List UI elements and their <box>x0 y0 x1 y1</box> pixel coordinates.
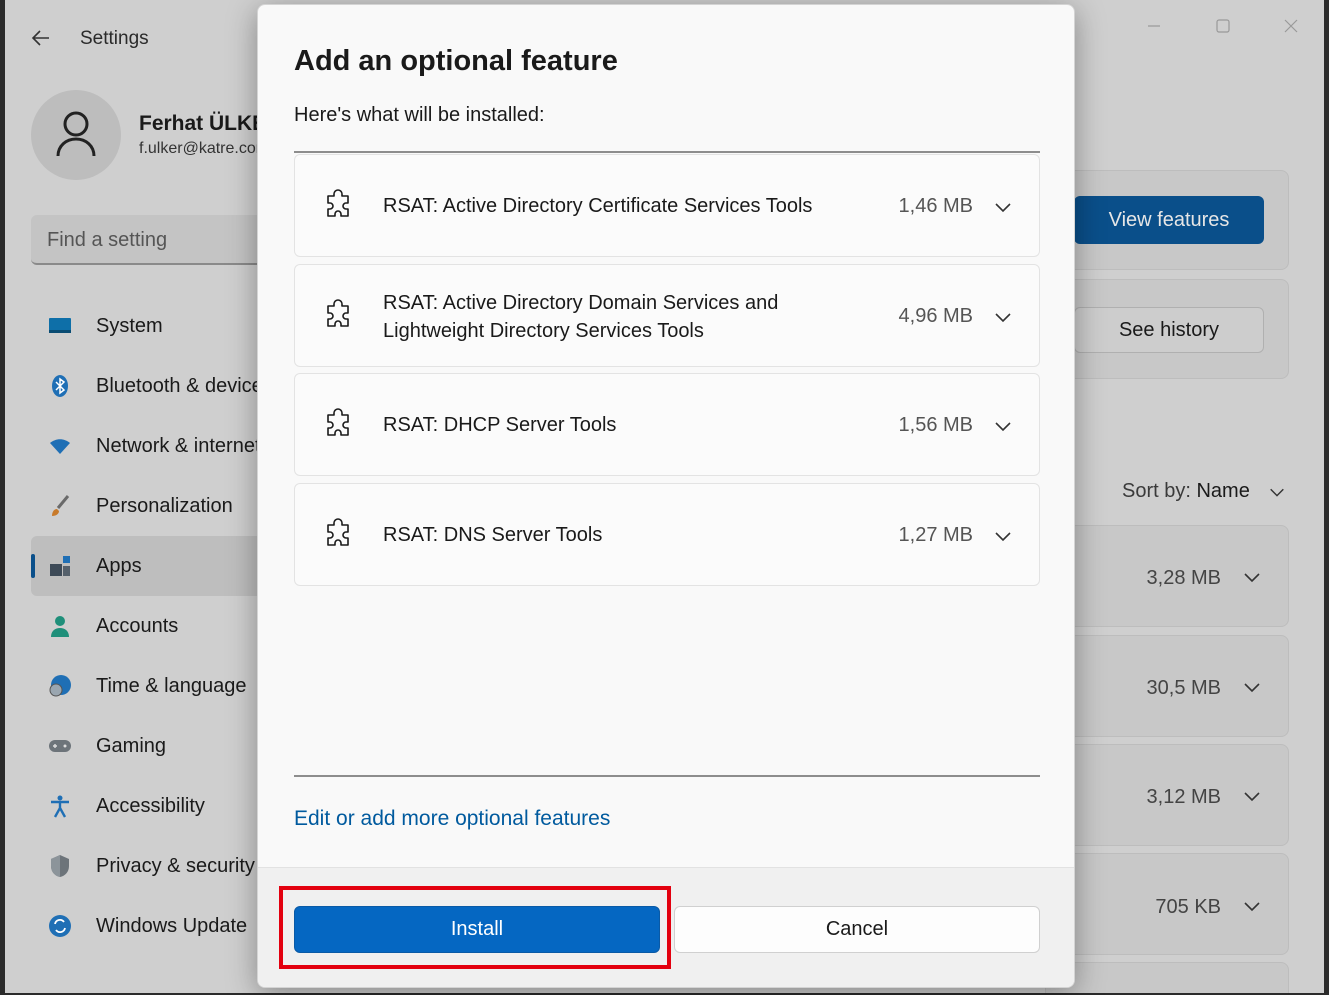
cancel-button[interactable]: Cancel <box>674 906 1040 953</box>
wifi-icon <box>50 439 70 454</box>
see-history-button[interactable]: See history <box>1074 307 1264 353</box>
person-avatar-icon <box>56 111 96 157</box>
sort-value: Name <box>1196 480 1250 502</box>
sidebar-item-label: Privacy & security <box>96 855 255 877</box>
apps-icon <box>50 556 70 576</box>
puzzle-piece-icon <box>327 518 349 546</box>
close-icon[interactable] <box>1279 14 1303 38</box>
sidebar-item-label: Personalization <box>96 495 233 517</box>
chevron-down-icon <box>1270 488 1284 497</box>
feature-name: RSAT: Active Directory Domain Services a… <box>383 292 779 342</box>
puzzle-piece-icon <box>327 408 349 436</box>
feature-name: RSAT: DHCP Server Tools <box>383 414 617 436</box>
chevron-down-icon[interactable] <box>1242 567 1262 587</box>
sort-dropdown[interactable]: Sort by: Name <box>1122 480 1284 503</box>
sort-label: Sort by: <box>1122 480 1191 502</box>
sidebar-item-accessibility[interactable]: Accessibility <box>5 776 265 836</box>
maximize-icon[interactable] <box>1211 14 1235 38</box>
sidebar-item-label: Windows Update <box>96 915 248 937</box>
feature-item[interactable]: RSAT: DHCP Server Tools 1,56 MB <box>294 373 1040 476</box>
feature-item[interactable]: RSAT: DNS Server Tools 1,27 MB <box>294 483 1040 586</box>
chevron-down-icon[interactable] <box>993 197 1013 217</box>
user-email: f.ulker@katre.com <box>139 140 270 157</box>
chevron-down-icon[interactable] <box>1242 677 1262 697</box>
sidebar-item-system[interactable]: System <box>5 296 265 356</box>
feature-item[interactable]: RSAT: Active Directory Domain Services a… <box>294 264 1040 367</box>
gamepad-icon <box>49 740 71 752</box>
sidebar-item-label: Accounts <box>96 615 179 637</box>
edit-optional-features-link[interactable]: Edit or add more optional features <box>294 807 610 831</box>
app-title: Settings <box>80 28 149 49</box>
feature-size: 4,96 MB <box>898 305 973 327</box>
view-features-button[interactable]: View features <box>1074 196 1264 244</box>
accessibility-icon <box>51 795 69 818</box>
shield-icon <box>51 855 69 877</box>
search-placeholder: Find a setting <box>47 229 168 251</box>
globe-clock-icon <box>49 675 71 697</box>
divider <box>294 775 1040 777</box>
feature-name: RSAT: Active Directory Certificate Servi… <box>383 195 813 217</box>
feature-size: 1,27 MB <box>898 524 973 546</box>
dialog-title: Add an optional feature <box>294 45 618 77</box>
divider <box>294 151 1040 153</box>
feature-size: 1,56 MB <box>898 414 973 436</box>
sidebar-item-windows-update[interactable]: Windows Update <box>5 896 265 956</box>
highlight-box <box>279 886 671 969</box>
back-arrow-icon[interactable] <box>29 26 53 50</box>
dialog-subtitle: Here's what will be installed: <box>294 104 545 126</box>
sidebar-item-accounts[interactable]: Accounts <box>5 596 265 656</box>
puzzle-piece-icon <box>327 299 349 327</box>
monitor-icon <box>49 318 71 333</box>
person-icon <box>51 616 69 637</box>
feature-size: 30,5 MB <box>1146 677 1221 699</box>
sidebar-item-label: Bluetooth & devices <box>96 375 273 397</box>
sidebar-item-label: Gaming <box>96 735 167 757</box>
sidebar-item-network[interactable]: Network & internet <box>5 416 265 476</box>
sidebar-item-gaming[interactable]: Gaming <box>5 716 265 776</box>
avatar <box>31 90 121 180</box>
chevron-down-icon[interactable] <box>993 526 1013 546</box>
sidebar-item-label: Network & internet <box>96 435 261 457</box>
chevron-down-icon[interactable] <box>1242 896 1262 916</box>
search-input[interactable]: Find a setting <box>31 215 291 265</box>
brush-icon <box>52 495 70 516</box>
active-indicator <box>31 554 35 578</box>
chevron-down-icon[interactable] <box>993 307 1013 327</box>
sidebar-item-label: Apps <box>96 555 142 577</box>
sidebar-item-apps[interactable]: Apps <box>31 536 271 596</box>
sidebar-item-label: System <box>96 315 163 337</box>
sidebar-item-label: Time & language <box>96 675 247 697</box>
sidebar-item-label: Accessibility <box>96 795 205 817</box>
sidebar-item-time-language[interactable]: Time & language <box>5 656 265 716</box>
feature-size: 3,28 MB <box>1146 567 1221 589</box>
installed-feature-row[interactable] <box>1045 962 1289 993</box>
chevron-down-icon[interactable] <box>1242 786 1262 806</box>
bluetooth-icon <box>52 375 68 397</box>
feature-size: 705 KB <box>1155 896 1221 918</box>
chevron-down-icon[interactable] <box>993 416 1013 436</box>
sidebar-item-privacy[interactable]: Privacy & security <box>5 836 265 896</box>
sidebar-item-bluetooth[interactable]: Bluetooth & devices <box>5 356 273 416</box>
feature-name: RSAT: DNS Server Tools <box>383 524 603 546</box>
sidebar-nav: System Bluetooth & devices Network & int… <box>5 296 273 956</box>
update-icon <box>49 915 71 937</box>
feature-size: 3,12 MB <box>1146 786 1221 808</box>
sidebar-item-personalization[interactable]: Personalization <box>5 476 265 536</box>
feature-item[interactable]: RSAT: Active Directory Certificate Servi… <box>294 154 1040 257</box>
minimize-icon[interactable] <box>1142 14 1166 38</box>
feature-size: 1,46 MB <box>898 195 973 217</box>
add-optional-feature-dialog: Add an optional feature Here's what will… <box>257 4 1075 988</box>
puzzle-piece-icon <box>327 189 349 217</box>
